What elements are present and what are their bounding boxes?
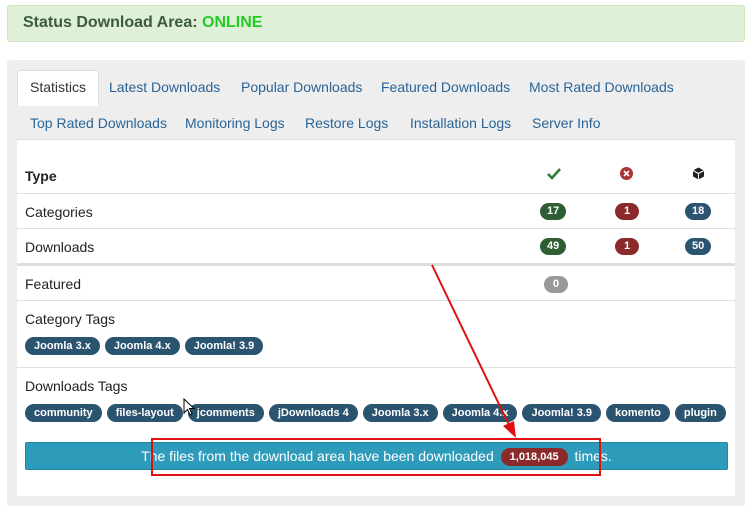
mouse-cursor-icon — [183, 398, 195, 416]
annotation-arrow — [431, 264, 516, 438]
